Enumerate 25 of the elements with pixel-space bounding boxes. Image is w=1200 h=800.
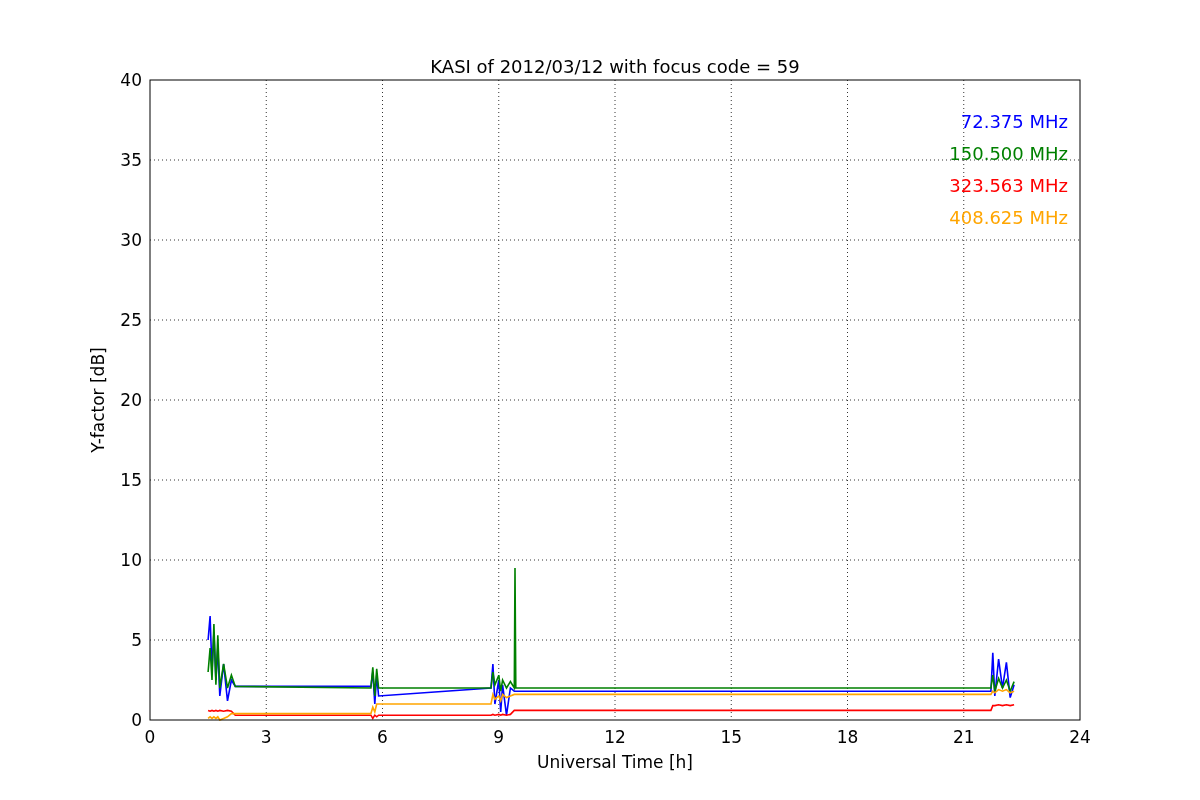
y-tick-label: 20 <box>120 390 142 410</box>
x-tick-label: 0 <box>144 727 156 747</box>
x-tick-label: 18 <box>836 727 859 747</box>
y-tick-label: 10 <box>120 550 142 570</box>
y-tick-label: 35 <box>120 150 142 170</box>
x-tick-label: 6 <box>377 727 388 747</box>
x-axis-label: Universal Time [h] <box>537 752 693 772</box>
x-tick-label: 15 <box>720 727 743 747</box>
y-tick-label: 0 <box>131 710 142 730</box>
x-tick-label: 9 <box>493 727 505 747</box>
x-tick-label: 24 <box>1069 727 1091 747</box>
y-tick-label: 5 <box>131 630 142 650</box>
x-tick-label: 21 <box>952 727 975 747</box>
legend-label: 72.375 MHz <box>960 111 1068 132</box>
y-tick-label: 25 <box>120 310 142 330</box>
y-tick-label: 40 <box>120 70 142 90</box>
y-axis-label: Y-factor [dB] <box>88 347 108 453</box>
legend-label: 408.625 MHz <box>949 207 1068 228</box>
x-tick-label: 12 <box>604 727 626 747</box>
legend-label: 150.500 MHz <box>949 143 1068 164</box>
y-tick-label: 30 <box>120 230 142 250</box>
legend-label: 323.563 MHz <box>949 175 1068 196</box>
chart-title: KASI of 2012/03/12 with focus code = 59 <box>430 56 800 77</box>
y-tick-label: 15 <box>120 470 142 490</box>
x-tick-label: 3 <box>260 727 272 747</box>
